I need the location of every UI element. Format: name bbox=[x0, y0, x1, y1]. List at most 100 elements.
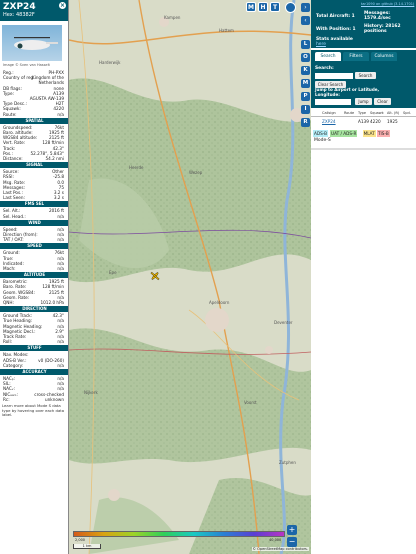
jump-clear-button[interactable]: Clear bbox=[374, 98, 391, 105]
info-label: QNH: bbox=[3, 300, 14, 305]
photo-credit: Image © Sven van Hasselt bbox=[3, 63, 50, 67]
map-label: Apeldoorn bbox=[209, 300, 230, 305]
section-signal: SIGNAL bbox=[0, 162, 68, 169]
info-value: 54.2 nmi bbox=[45, 156, 64, 161]
info-value: n/a bbox=[57, 237, 64, 243]
stats-link[interactable]: here bbox=[316, 42, 326, 47]
legend-adsb[interactable]: ADS-B bbox=[313, 130, 328, 137]
info-label: Sel. Head.: bbox=[3, 213, 26, 219]
info-label: Distance: bbox=[3, 156, 23, 161]
map-side-button-k[interactable]: K bbox=[301, 66, 310, 75]
map-label: Wezep bbox=[189, 170, 203, 175]
map-canvas[interactable]: Kampen Hattem Heerde Epe Apeldoorn Deventer Zu… bbox=[69, 0, 311, 554]
info-row: Distance: 54.2 nmi bbox=[2, 156, 64, 161]
cell-alt: 1925 bbox=[387, 119, 398, 124]
legend-max: 40,000 bbox=[269, 538, 282, 542]
map-side-button-p[interactable]: P bbox=[301, 92, 310, 101]
aircraft-info-panel: ZXP24 Hex: 48382F × Image © Sven van Has… bbox=[0, 0, 69, 554]
settings-gear-icon[interactable] bbox=[285, 2, 296, 13]
map-label: Voorst bbox=[244, 400, 257, 405]
column-header[interactable]: Route bbox=[344, 111, 354, 115]
version-link[interactable]: tar1090 on github (3.14.1701) bbox=[361, 2, 414, 6]
info-value: n/a bbox=[57, 111, 64, 117]
info-label: Route: bbox=[3, 111, 17, 117]
map-label: Zutphen bbox=[279, 460, 296, 465]
sidebar-header: tar1090 on github (3.14.1701) Total Airc… bbox=[311, 0, 416, 48]
map-attribution[interactable]: © OpenStreetMap contributors. bbox=[251, 547, 309, 551]
map-side-button-i[interactable]: I bbox=[301, 105, 310, 114]
info-row: TAT / OAT: n/a bbox=[2, 237, 64, 242]
info-footer: Learn more about Mode S data type by hov… bbox=[2, 403, 65, 418]
section-fms: FMS SEL bbox=[0, 201, 68, 208]
column-header[interactable]: Spd. bbox=[403, 111, 411, 115]
source-legend: ADS-B UAT / ADS-R MLAT TIS-B bbox=[313, 130, 415, 137]
map-top-button-h[interactable]: H bbox=[258, 2, 268, 12]
column-header[interactable]: Alt. (ft) bbox=[387, 111, 399, 115]
aircraft-marker-icon[interactable] bbox=[149, 270, 161, 282]
legend-min: 2,000 bbox=[75, 538, 86, 542]
search-panel: Search: Search Clear Search Jump to Airp… bbox=[311, 62, 416, 108]
search-button[interactable]: Search bbox=[355, 72, 376, 79]
info-label: Mach: bbox=[3, 266, 16, 271]
aircraft-photo[interactable] bbox=[2, 25, 62, 61]
map-side-button-m[interactable]: M bbox=[301, 79, 310, 88]
map-top-button-t[interactable]: T bbox=[270, 2, 280, 12]
info-value: n/a bbox=[57, 362, 64, 368]
section-altitude: ALTITUDE bbox=[0, 272, 68, 279]
legend-tisb[interactable]: TIS-B bbox=[377, 130, 390, 137]
section-stuff: STUFF bbox=[0, 345, 68, 352]
info-row: QNH: 1012.0 hPa bbox=[2, 300, 64, 305]
map-label: Harderwijk bbox=[99, 60, 121, 65]
info-row: Rᴄ: unknown bbox=[2, 397, 64, 402]
legend-mlat[interactable]: MLAT bbox=[362, 130, 376, 137]
column-header[interactable]: Type bbox=[358, 111, 366, 115]
search-input[interactable] bbox=[315, 73, 353, 79]
info-value: n/a bbox=[57, 339, 64, 345]
section-speed: SPEED bbox=[0, 243, 68, 250]
jump-button[interactable]: Jump bbox=[355, 98, 372, 105]
section-wind: WIND bbox=[0, 219, 68, 226]
expand-right-icon[interactable]: › bbox=[301, 3, 310, 12]
info-row: Route: n/a bbox=[2, 112, 64, 117]
info-value: n/a bbox=[57, 213, 64, 219]
cell-type: A139 bbox=[358, 119, 369, 124]
hex-code: Hex: 48382F bbox=[3, 12, 35, 18]
info-label: Rᴄ: bbox=[3, 396, 10, 402]
jump-input[interactable] bbox=[315, 99, 351, 105]
map-side-button-l[interactable]: L bbox=[301, 40, 310, 49]
with-position-stat: With Position: 1 bbox=[316, 27, 356, 32]
map-top-button-m[interactable]: M bbox=[246, 2, 256, 12]
legend-uat[interactable]: UAT / ADS-R bbox=[330, 130, 358, 137]
info-value: 3.2 s bbox=[53, 195, 64, 201]
close-icon[interactable]: × bbox=[59, 2, 66, 9]
info-row: Sel. Head.: n/a bbox=[2, 214, 64, 219]
info-value: n/a bbox=[57, 266, 64, 271]
zoom-out-button[interactable]: − bbox=[287, 537, 297, 547]
table-row[interactable]: ZXP24 A139 4220 1925 bbox=[311, 118, 416, 126]
scale-bar: 1 km bbox=[73, 544, 101, 549]
map-label: Epe bbox=[109, 270, 117, 275]
info-row: Category: n/a bbox=[2, 363, 64, 368]
scrollbar[interactable] bbox=[311, 148, 416, 150]
mode-s-legend: Mode-S bbox=[314, 138, 331, 143]
zoom-in-button[interactable]: + bbox=[287, 525, 297, 535]
map-label: Kampen bbox=[164, 15, 181, 20]
info-value: 1012.0 hPa bbox=[40, 300, 64, 305]
tab-filters[interactable]: Filters bbox=[343, 52, 369, 61]
info-label: Last Seen: bbox=[3, 195, 25, 201]
jump-label: Jump to Airport or Latitude, Longitude: bbox=[315, 87, 380, 97]
map-side-button-o[interactable]: O bbox=[301, 53, 310, 62]
tab-columns[interactable]: Columns bbox=[371, 52, 397, 61]
column-header[interactable]: Callsign bbox=[322, 111, 336, 115]
map-side-button-r[interactable]: R bbox=[301, 118, 310, 127]
cell-squawk: 4220 bbox=[370, 119, 381, 124]
tab-search[interactable]: Search bbox=[315, 52, 341, 61]
map-label: Nijkerk bbox=[84, 390, 98, 395]
collapse-left-icon[interactable]: ‹ bbox=[301, 16, 310, 25]
section-direction: DIRECTION bbox=[0, 306, 68, 313]
table-header: Callsign Route Type Squawk Alt. (ft) Spd. bbox=[311, 110, 416, 117]
column-header[interactable]: Squawk bbox=[370, 111, 384, 115]
callsign: ZXP24 bbox=[3, 2, 36, 12]
info-row: Roll: n/a bbox=[2, 339, 64, 344]
info-row: Mach: n/a bbox=[2, 266, 64, 271]
